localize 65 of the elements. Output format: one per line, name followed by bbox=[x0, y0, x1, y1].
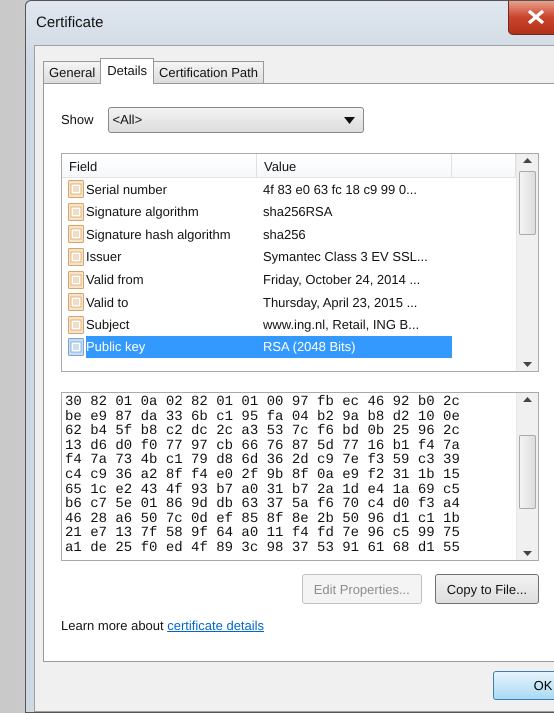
field-icon bbox=[68, 293, 84, 312]
field-name: Valid to bbox=[86, 294, 128, 312]
field-name: Valid from bbox=[86, 270, 144, 289]
show-label: Show bbox=[61, 111, 94, 130]
hex-line: 30 82 01 0a 02 82 01 01 00 97 fb ec 46 92 b0 2c bbox=[65, 395, 461, 410]
hex-line: a1 de 25 f0 ed 4f 89 3c 98 37 53 91 61 68 d1 55 bbox=[65, 540, 461, 556]
hex-line: 13 d6 d0 f0 77 97 cb 66 76 87 5d 77 16 b1 f4 7a bbox=[65, 438, 461, 454]
field-icon bbox=[68, 202, 84, 221]
scroll-down-icon bbox=[523, 362, 532, 367]
learn-more-link[interactable]: certificate details bbox=[167, 618, 264, 633]
learn-more-text: Learn more about certificate details bbox=[61, 617, 266, 635]
scroll-up-icon bbox=[523, 397, 532, 402]
scroll-thumb[interactable] bbox=[519, 434, 536, 508]
field-value: sha256RSA bbox=[262, 203, 334, 222]
field-row[interactable]: Valid from Friday, October 24, 2014 ... bbox=[62, 268, 516, 291]
field-row[interactable]: Serial number 4f 83 e0 63 fc 18 c9 99 0... bbox=[62, 178, 516, 201]
field-row[interactable]: Signature hash algorithm sha256 bbox=[62, 223, 516, 246]
tab[interactable]: General bbox=[43, 61, 102, 83]
scrollbar[interactable] bbox=[516, 154, 538, 371]
field-value: Thursday, April 23, 2015 ... bbox=[262, 294, 418, 312]
show-dropdown[interactable]: <All> bbox=[108, 107, 364, 133]
dropdown-arrow-icon bbox=[344, 116, 355, 124]
field-icon bbox=[68, 248, 84, 266]
tab[interactable]: Details bbox=[100, 58, 154, 84]
field-value: www.ing.nl, Retail, ING B... bbox=[262, 316, 420, 334]
field-row[interactable]: Valid to Thursday, April 23, 2015 ... bbox=[62, 290, 516, 314]
column-header[interactable]: Field bbox=[62, 154, 257, 177]
field-icon bbox=[68, 316, 84, 334]
hex-line: f4 7a 73 4b c1 79 d8 6d 36 2d c9 7e f3 59 c3 39 bbox=[65, 453, 461, 468]
field-icon bbox=[68, 225, 84, 244]
field-name: Public key bbox=[86, 336, 257, 358]
scrollbar[interactable] bbox=[516, 393, 538, 560]
field-value: Symantec Class 3 EV SSL... bbox=[262, 248, 429, 266]
scroll-down-icon bbox=[523, 551, 532, 556]
copy-to-file-button[interactable]: Copy to File... bbox=[434, 574, 539, 604]
field-row[interactable]: Subject www.ing.nl, Retail, ING B... bbox=[62, 314, 516, 336]
hex-line: 21 e7 13 7f 58 9f 64 a0 11 f4 fd 7e 96 c5 99 75 bbox=[65, 526, 461, 541]
field-name: Subject bbox=[86, 316, 130, 334]
ok-button[interactable]: OK bbox=[493, 671, 554, 700]
field-value: Friday, October 24, 2014 ... bbox=[262, 270, 422, 289]
scroll-thumb[interactable] bbox=[519, 170, 536, 234]
field-name: Serial number bbox=[86, 180, 167, 199]
field-name: Issuer bbox=[86, 248, 122, 266]
hex-line: 46 28 a6 50 7c 0d ef 85 8f 8e 2b 50 96 d1 c1 1b bbox=[65, 512, 461, 526]
field-icon bbox=[68, 338, 84, 356]
field-row[interactable]: Signature algorithm sha256RSA bbox=[62, 200, 516, 224]
column-header[interactable]: Value bbox=[257, 154, 452, 177]
field-value: 4f 83 e0 63 fc 18 c9 99 0... bbox=[262, 180, 418, 199]
field-value: RSA (2048 Bits) bbox=[257, 336, 452, 358]
hex-line: b6 c7 5e 01 86 9d db 63 37 5a f6 70 c4 d0 f3 a4 bbox=[65, 497, 461, 512]
field-icon bbox=[68, 180, 84, 198]
field-value: sha256 bbox=[262, 226, 307, 244]
field-name: Signature algorithm bbox=[86, 203, 199, 222]
hex-line: 65 1c e2 43 4f 93 b7 a0 31 b7 2a 1d e4 1a 69 c5 bbox=[65, 482, 461, 498]
hex-line: be e9 87 da 33 6b c1 95 fa 04 b2 9a b8 d2 10 0e bbox=[65, 410, 461, 424]
scroll-up-icon bbox=[523, 158, 532, 163]
field-row[interactable]: Issuer Symantec Class 3 EV SSL... bbox=[62, 246, 516, 268]
close-icon bbox=[526, 9, 546, 25]
field-icon bbox=[68, 270, 84, 289]
field-name: Signature hash algorithm bbox=[86, 226, 231, 244]
value-textbox[interactable] bbox=[61, 392, 539, 561]
tab[interactable]: Certification Path bbox=[153, 61, 264, 83]
hex-line: 62 b4 5f b8 c2 dc 2c a3 53 7c f6 bd 0b 25 96 2c bbox=[65, 424, 461, 439]
window-title: Certificate bbox=[36, 12, 104, 33]
hex-line: c4 c9 36 a2 8f f4 e0 2f 9b 8f 0a e9 f2 31 1b 15 bbox=[65, 468, 461, 483]
